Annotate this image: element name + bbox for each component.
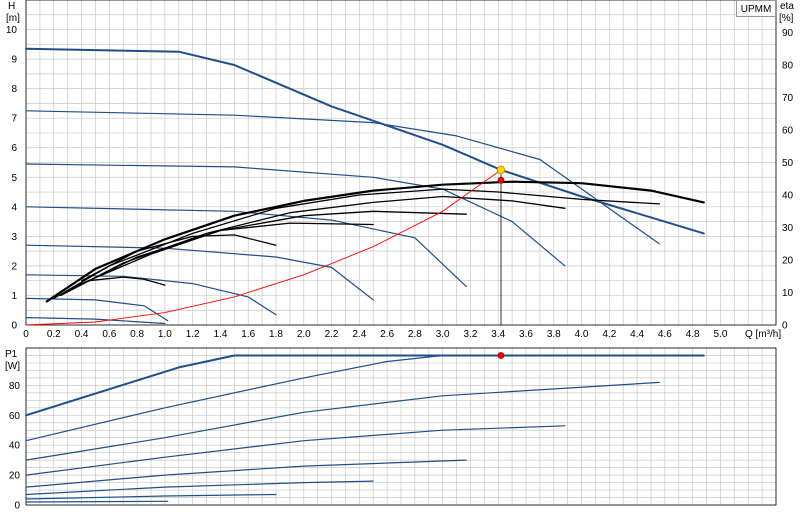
power-consumption-duty-point-marker — [497, 352, 505, 359]
top-grid — [25, 0, 777, 326]
pump-performance-max-curve — [25, 47, 705, 235]
y2-axis-label: eta — [780, 1, 794, 12]
x-tick-label: 1.8 — [269, 329, 283, 340]
p1-tick-label: 60 — [9, 411, 21, 422]
p1-tick-label: 80 — [9, 381, 21, 392]
x-tick-label: 0 — [23, 329, 29, 340]
pump-performance-duty-point-marker — [496, 165, 506, 175]
x-tick-label: 2.2 — [325, 329, 339, 340]
power-consumption-power-curve — [25, 459, 467, 488]
x-tick-label: 2.0 — [297, 329, 311, 340]
performance-curves — [25, 47, 705, 326]
x-tick-label: 1.0 — [158, 329, 172, 340]
y2-tick-label: 50 — [782, 158, 794, 169]
p1-tick-label: 40 — [9, 441, 21, 452]
x-tick-label: 0.8 — [130, 329, 144, 340]
x-tick-label: 3.6 — [519, 329, 533, 340]
p1-axis-label: P1 — [5, 349, 18, 360]
power-consumption-power-curve — [25, 354, 502, 442]
x-tick-label: 1.4 — [213, 329, 227, 340]
pump-performance-eta-point-marker — [497, 176, 505, 184]
y2-tick-label: 10 — [782, 288, 794, 299]
bottom-grid — [25, 347, 777, 506]
y2-tick-label: 0 — [782, 321, 788, 332]
x-tick-label: 2.4 — [352, 329, 366, 340]
p1-axis-unit: [W] — [5, 361, 20, 372]
y-tick-label: 9 — [11, 55, 17, 66]
x-tick-label: 1.6 — [241, 329, 255, 340]
power-curves — [25, 352, 705, 503]
x-tick-label: 4.8 — [686, 329, 700, 340]
y-tick-label: 0 — [11, 321, 17, 332]
y2-tick-label: 70 — [782, 93, 794, 104]
x-tick-label: 3.2 — [463, 329, 477, 340]
y-tick-label: 1 — [11, 291, 17, 302]
y-tick-label: 10 — [6, 25, 18, 36]
y-tick-label: 8 — [11, 84, 17, 95]
y2-tick-label: 30 — [782, 223, 794, 234]
power-consumption-power-curve — [25, 381, 660, 461]
pump-performance-speed-curve — [25, 244, 374, 301]
y-tick-label: 3 — [11, 232, 17, 243]
y2-tick-label: 40 — [782, 191, 794, 202]
x-tick-label: 3.8 — [547, 329, 561, 340]
y-axis-unit: [m] — [6, 13, 20, 24]
y-tick-label: 7 — [11, 114, 17, 125]
x-tick-label: 0.6 — [102, 329, 116, 340]
x-tick-label: 2.8 — [408, 329, 422, 340]
x-tick-label: 0.2 — [47, 329, 61, 340]
y-tick-label: 5 — [11, 173, 17, 184]
pump-model-badge: UPMM — [736, 0, 776, 17]
x-tick-label: 1.2 — [186, 329, 200, 340]
pump-performance-eta-curve — [87, 276, 166, 286]
x-axis-label: Q [m³/h] — [745, 329, 781, 340]
x-tick-label: 0.4 — [75, 329, 89, 340]
y-tick-label: 2 — [11, 261, 17, 272]
x-tick-label: 4.4 — [630, 329, 644, 340]
pump-performance-system-curve — [25, 169, 502, 326]
x-tick-label: 4.0 — [575, 329, 589, 340]
y2-tick-label: 20 — [782, 256, 794, 267]
p1-tick-label: 20 — [9, 471, 21, 482]
x-tick-label: 4.6 — [658, 329, 672, 340]
y2-tick-label: 80 — [782, 61, 794, 72]
pump-performance-eta-envelope — [45, 180, 705, 303]
pump-curve-chart: 0 1 2 3 4 5 6 7 8 9 10 0 10 20 30 40 50 60 70 80 90 0 0.2 0.4 0.… — [5, 0, 794, 512]
x-tick-label: 4.2 — [602, 329, 616, 340]
y2-tick-label: 60 — [782, 126, 794, 137]
power-consumption-power-curve — [25, 500, 169, 503]
x-tick-label: 3.4 — [491, 329, 505, 340]
y-tick-label: 6 — [11, 143, 17, 154]
pump-performance-eta-curve — [53, 188, 660, 300]
y-tick-label: 4 — [11, 202, 17, 213]
p1-tick-label: 0 — [14, 501, 20, 512]
y2-axis-unit: [%] — [779, 13, 794, 24]
y2-tick-label: 90 — [782, 28, 794, 39]
x-tick-label: 3.0 — [436, 329, 450, 340]
pump-performance-eta-curve — [64, 210, 467, 294]
x-tick-label: 2.6 — [380, 329, 394, 340]
x-tick-label: 5.0 — [713, 329, 727, 340]
y-axis-label: H — [8, 1, 15, 12]
